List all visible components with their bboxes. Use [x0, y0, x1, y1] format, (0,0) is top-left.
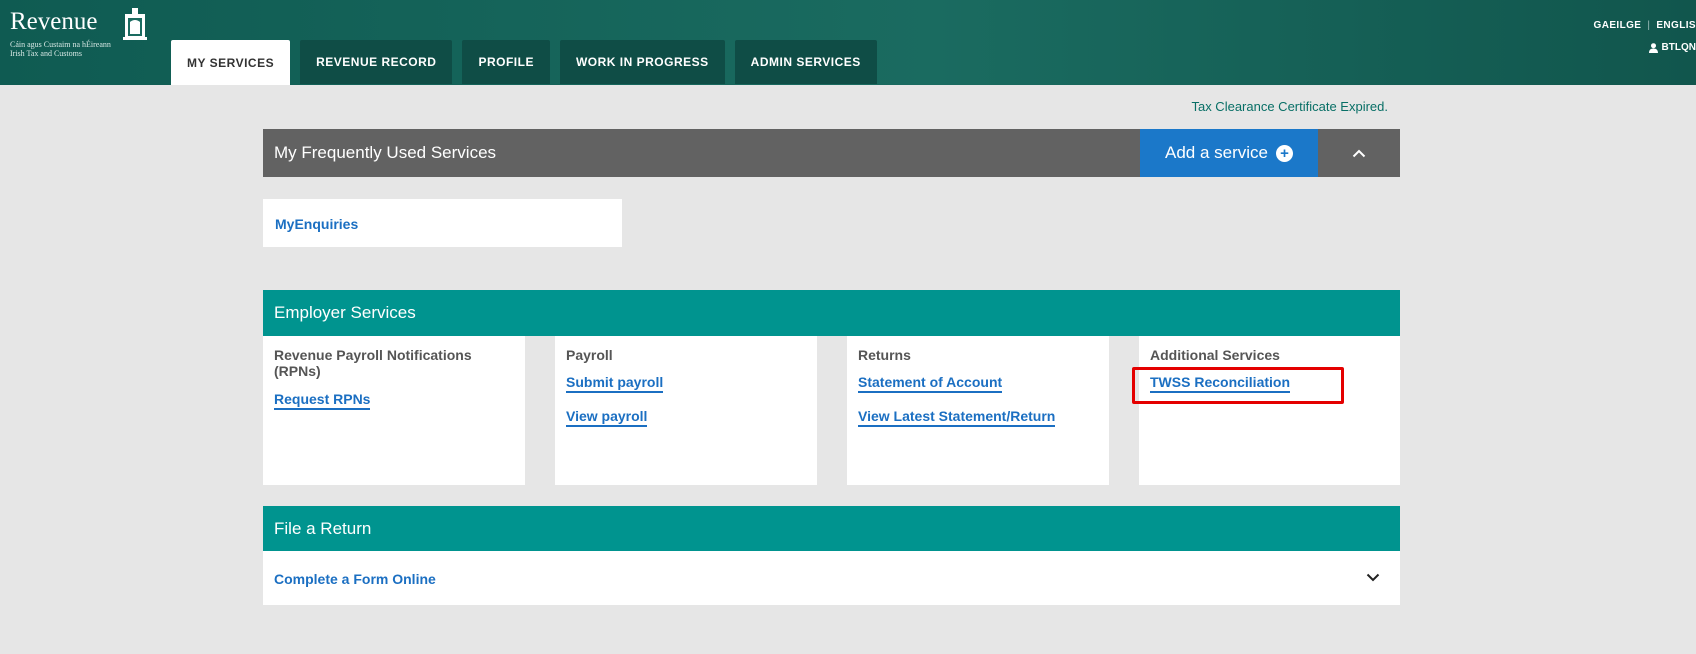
tab-revenue-record[interactable]: REVENUE RECORD [300, 40, 453, 84]
tab-profile[interactable]: PROFILE [462, 40, 550, 84]
additional-services-card: Additional Services TWSS Reconciliation [1139, 336, 1400, 485]
frequent-service-card: MyEnquiries [263, 199, 622, 247]
top-header: Revenue Cáin agus Custaim na hÉireann Ir… [0, 0, 1696, 85]
user-menu[interactable]: BTLQN [1648, 42, 1696, 53]
view-latest-statement-link[interactable]: View Latest Statement/Return [858, 408, 1056, 427]
language-switcher: GAEILGE | ENGLIS [1594, 20, 1696, 31]
payroll-card-heading: Payroll [566, 347, 613, 363]
logo-wordmark: Revenue [10, 8, 98, 35]
rpn-card: Revenue Payroll Notifications (RPNs) Req… [263, 336, 525, 485]
revenue-logo[interactable]: Revenue Cáin agus Custaim na hÉireann Ir… [10, 8, 147, 58]
view-payroll-link[interactable]: View payroll [566, 408, 648, 427]
returns-card-heading: Returns [858, 347, 911, 363]
frequent-services-title: My Frequently Used Services [274, 143, 497, 162]
request-rpns-link[interactable]: Request RPNs [274, 391, 371, 410]
harp-icon [123, 8, 147, 40]
language-english-link[interactable]: ENGLIS [1656, 20, 1696, 31]
tab-my-services[interactable]: MY SERVICES [171, 40, 291, 85]
myenquiries-link[interactable]: MyEnquiries [275, 216, 358, 232]
employer-services-title: Employer Services [274, 303, 416, 322]
user-icon [1648, 42, 1658, 53]
payroll-card: Payroll Submit payroll View payroll [555, 336, 817, 485]
logo-tagline-english: Irish Tax and Customs [10, 49, 82, 58]
returns-card: Returns Statement of Account View Latest… [847, 336, 1109, 485]
add-service-button[interactable]: Add a service + [1140, 129, 1318, 177]
chevron-up-icon [1352, 149, 1366, 157]
username-label: BTLQN [1661, 42, 1696, 53]
collapse-frequent-button[interactable] [1318, 129, 1400, 177]
additional-services-heading: Additional Services [1150, 347, 1280, 363]
file-return-title: File a Return [274, 518, 372, 538]
red-highlight-box [1132, 367, 1344, 404]
submit-payroll-link[interactable]: Submit payroll [566, 374, 664, 393]
statement-of-account-link[interactable]: Statement of Account [858, 374, 1003, 393]
tax-clearance-notice: Tax Clearance Certificate Expired. [1191, 99, 1388, 114]
file-return-body: Complete a Form Online [263, 551, 1400, 605]
frequent-services-header: My Frequently Used Services Add a servic… [263, 129, 1400, 177]
complete-form-online-link[interactable]: Complete a Form Online [274, 571, 436, 587]
logo-tagline-irish: Cáin agus Custaim na hÉireann [10, 40, 111, 49]
language-gaeilge-link[interactable]: GAEILGE [1594, 20, 1642, 31]
language-divider: | [1647, 20, 1651, 31]
tab-admin-services[interactable]: ADMIN SERVICES [734, 40, 877, 84]
chevron-down-icon[interactable] [1366, 573, 1380, 582]
rpn-card-heading: Revenue Payroll Notifications (RPNs) [274, 347, 472, 379]
tab-work-in-progress[interactable]: WORK IN PROGRESS [559, 40, 725, 84]
add-service-label: Add a service [1165, 143, 1268, 162]
plus-circle-icon: + [1276, 144, 1293, 162]
main-tabs: MY SERVICES REVENUE RECORD PROFILE WORK … [171, 40, 887, 85]
employer-services-header: Employer Services [263, 290, 1400, 336]
file-return-header: File a Return [263, 506, 1400, 551]
